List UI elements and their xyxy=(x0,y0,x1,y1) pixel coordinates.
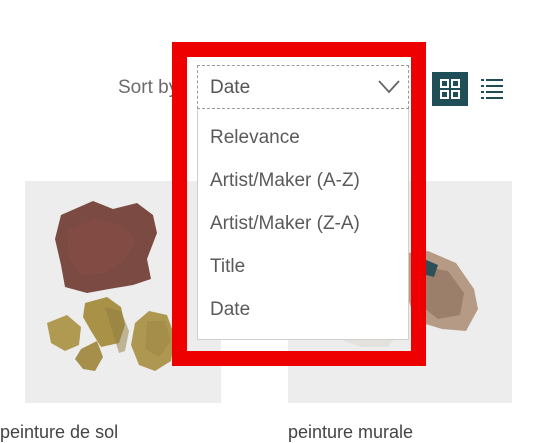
result-title[interactable]: peinture de sol xyxy=(0,422,118,443)
sort-option-artist-az[interactable]: Artist/Maker (A-Z) xyxy=(198,159,408,202)
sort-option-title[interactable]: Title xyxy=(198,245,408,288)
grid-view-icon xyxy=(440,79,460,99)
grid-view-button[interactable] xyxy=(432,72,468,106)
sort-selected-value: Date xyxy=(210,77,251,98)
chevron-down-icon xyxy=(378,80,400,94)
sort-options-list: Relevance Artist/Maker (A-Z) Artist/Make… xyxy=(197,109,409,340)
result-image-floor-painting[interactable] xyxy=(25,181,221,403)
sort-select[interactable]: Date xyxy=(197,65,409,109)
sort-option-artist-za[interactable]: Artist/Maker (Z-A) xyxy=(198,202,408,245)
list-view-button[interactable] xyxy=(474,72,510,106)
sort-option-date[interactable]: Date xyxy=(198,288,408,331)
result-title[interactable]: peinture murale xyxy=(288,422,413,443)
sort-option-relevance[interactable]: Relevance xyxy=(198,116,408,159)
fragment-image xyxy=(47,201,175,371)
list-view-icon xyxy=(481,79,503,99)
sort-by-label: Sort by xyxy=(118,77,179,98)
